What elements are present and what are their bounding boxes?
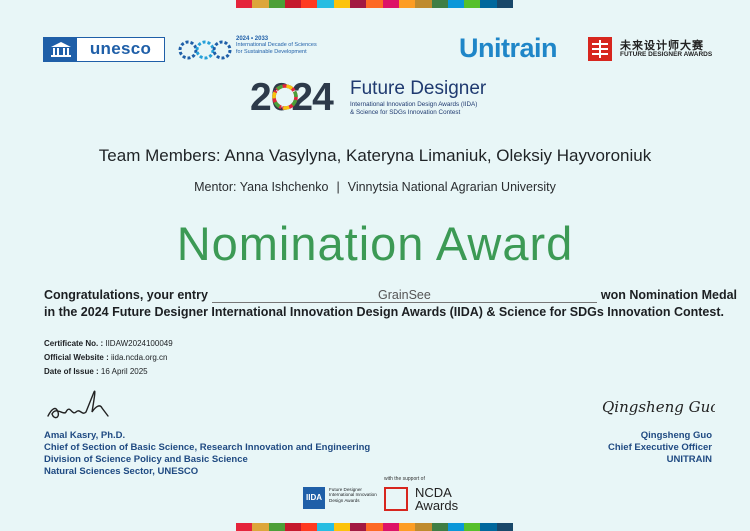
team-members: Team Members: Anna Vasylyna, Kateryna Li… xyxy=(98,146,652,165)
signer-left-title-1: Chief of Section of Basic Science, Resea… xyxy=(44,442,371,453)
emblem-ring-icon xyxy=(272,84,298,110)
sdg-color-segment xyxy=(301,523,318,531)
sdg-color-segment xyxy=(268,0,285,8)
sdg-color-segment xyxy=(350,523,367,531)
sdg-color-segment xyxy=(333,523,351,531)
sdg-color-segment xyxy=(431,0,448,8)
support-text: with the support of xyxy=(384,476,425,482)
unesco-wordmark: unesco xyxy=(89,39,152,58)
sdg-color-bar-top xyxy=(236,0,514,8)
fda-mark-icon xyxy=(588,37,612,61)
institution-name: Vinnytsia National Agrarian University xyxy=(347,180,556,194)
sdg-color-segment xyxy=(464,0,481,8)
signature-left xyxy=(47,390,109,419)
sdg-color-segment xyxy=(415,0,432,8)
signer-right-title: Chief Executive Officer xyxy=(607,442,712,453)
iida-mark: IIDA xyxy=(303,487,325,509)
sdg-color-segment xyxy=(317,0,334,8)
signer-left-block: Amal Kasry, Ph.D. Chief of Section of Ba… xyxy=(44,430,370,478)
signature-right: Qingsheng Guo xyxy=(602,398,715,416)
sdg-color-segment xyxy=(284,523,302,531)
sdg-color-segment xyxy=(415,523,432,531)
sdg-color-segment xyxy=(447,523,465,531)
sdg-color-segment xyxy=(366,523,383,531)
signer-right-block: Qingsheng Guo Chief Executive Officer UN… xyxy=(608,430,712,466)
emblem-subtitle-2: & Science for SDGs Innovation Contest xyxy=(350,108,461,116)
iida-logo: IIDA Future Designer International Innov… xyxy=(303,487,377,513)
mentor-name: Mentor: Yana Ishchenko xyxy=(194,180,329,194)
sdg-color-segment xyxy=(236,523,253,531)
certificate-number-label: Certificate No. : xyxy=(44,339,104,348)
certificate-number: Certificate No. : IIDAW2024100049 xyxy=(44,339,173,348)
sdg-color-segment xyxy=(350,0,367,8)
sdg-color-segment xyxy=(464,523,481,531)
unitrain-logo: Unitrain xyxy=(459,33,558,63)
mentor-line: Mentor: Yana Ishchenko | Vinnytsia Nationa… xyxy=(0,180,750,194)
decade-rings-icon xyxy=(178,40,232,60)
signature-right-text: Qingsheng Guo xyxy=(602,398,715,416)
sdg-color-segment xyxy=(496,523,514,531)
emblem-title: Future Designer xyxy=(350,78,487,99)
ncda-awards-logo: NCDA Awards xyxy=(384,485,474,513)
congratulations-prefix: Congratulations, your entry xyxy=(44,288,208,302)
contest-line: in the 2024 Future Designer Internationa… xyxy=(44,305,724,319)
sdg-color-segment xyxy=(447,0,465,8)
ncda-mark-icon xyxy=(384,487,408,511)
mentor-separator: | xyxy=(336,180,340,194)
sdg-color-bar-bottom xyxy=(236,523,514,531)
date-of-issue: Date of Issue : 16 April 2025 xyxy=(44,367,148,376)
future-designer-awards-logo: 未来设计师大赛 FUTURE DESIGNER AWARDS xyxy=(588,36,714,62)
signer-right-name: Qingsheng Guo xyxy=(640,430,712,441)
signer-left-title-3: Natural Sciences Sector, UNESCO xyxy=(44,466,199,477)
sdg-color-segment xyxy=(382,523,399,531)
official-website: Official Website : iida.ncda.org.cn xyxy=(44,353,167,362)
sdg-color-segment xyxy=(317,523,334,531)
sdg-color-segment xyxy=(268,523,285,531)
iida-text: Future Designer International Innovation… xyxy=(329,487,377,503)
sdg-color-segment xyxy=(382,0,399,8)
decade-text: International Decade of Sciences for Sus… xyxy=(236,42,317,55)
sdg-color-segment xyxy=(252,523,269,531)
unesco-logo: unesco xyxy=(43,37,165,62)
official-website-label: Official Website : xyxy=(44,353,109,362)
sdg-color-segment xyxy=(236,0,253,8)
date-of-issue-label: Date of Issue : xyxy=(44,367,99,376)
sdg-color-segment xyxy=(366,0,383,8)
future-designer-emblem: 2024 Future Designer International Innov… xyxy=(250,76,510,120)
sdg-color-segment xyxy=(480,523,497,531)
date-of-issue-value: 16 April 2025 xyxy=(100,367,148,376)
signer-left-title-2: Division of Science Policy and Basic Sci… xyxy=(44,454,248,465)
sdg-color-segment xyxy=(398,523,416,531)
sdg-color-segment xyxy=(252,0,269,8)
sdg-color-segment xyxy=(398,0,416,8)
decade-of-sciences-logo: 2024 • 2033 International Decade of Scie… xyxy=(178,36,318,66)
sdg-color-segment xyxy=(431,523,448,531)
certificate-number-value: IIDAW2024100049 xyxy=(105,339,173,348)
official-website-value: iida.ncda.org.cn xyxy=(111,353,168,362)
fda-english-name: FUTURE DESIGNER AWARDS xyxy=(620,51,713,58)
signer-left-name: Amal Kasry, Ph.D. xyxy=(44,430,126,441)
sdg-color-segment xyxy=(480,0,497,8)
sdg-color-segment xyxy=(496,0,514,8)
ncda-line-2: Awards xyxy=(415,498,459,513)
sdg-color-segment xyxy=(333,0,351,8)
certificate: unesco 2024 • 2033 International Decade … xyxy=(0,0,750,531)
sdg-color-segment xyxy=(301,0,318,8)
award-title: Nomination Award xyxy=(176,217,574,270)
congratulations-suffix: won Nomination Medal xyxy=(600,288,738,302)
unesco-temple-icon xyxy=(44,38,77,61)
entry-name: GrainSee xyxy=(211,289,597,303)
emblem-subtitle-1: International Innovation Design Awards (… xyxy=(350,101,478,108)
signer-right-org: UNITRAIN xyxy=(666,454,712,465)
congratulations-line: Congratulations, your entry GrainSee won N… xyxy=(44,288,737,303)
sdg-color-segment xyxy=(284,0,302,8)
